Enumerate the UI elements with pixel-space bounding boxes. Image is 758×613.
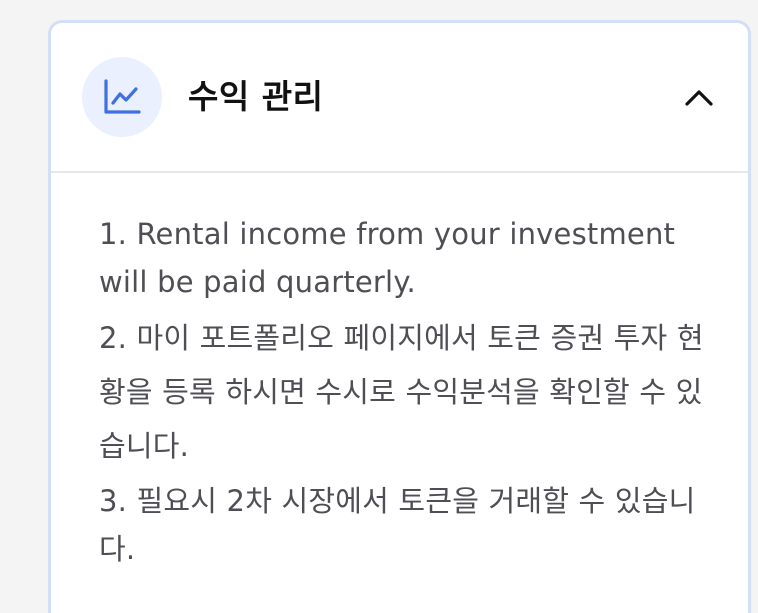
panel-header[interactable]: 수익 관리	[51, 23, 748, 173]
panel-icon-badge	[82, 57, 162, 137]
collapse-toggle[interactable]	[684, 83, 714, 113]
chevron-up-icon	[685, 90, 713, 106]
notice-item: 3. 필요시 2차 시장에서 토큰을 거래할 수 있습니다.	[99, 484, 696, 566]
notice-item: 2. 마이 포트폴리오 페이지에서 토큰 증권 투자 현황을 등록 하시면 수시…	[99, 321, 704, 463]
panel-body: 1. Rental income from your investment wi…	[51, 173, 748, 573]
notice-item: 1. Rental income from your investment wi…	[99, 217, 676, 299]
income-management-panel: 수익 관리 1. Rental income from your investm…	[48, 20, 751, 613]
panel-title: 수익 관리	[188, 77, 324, 116]
line-chart-icon	[104, 79, 141, 114]
